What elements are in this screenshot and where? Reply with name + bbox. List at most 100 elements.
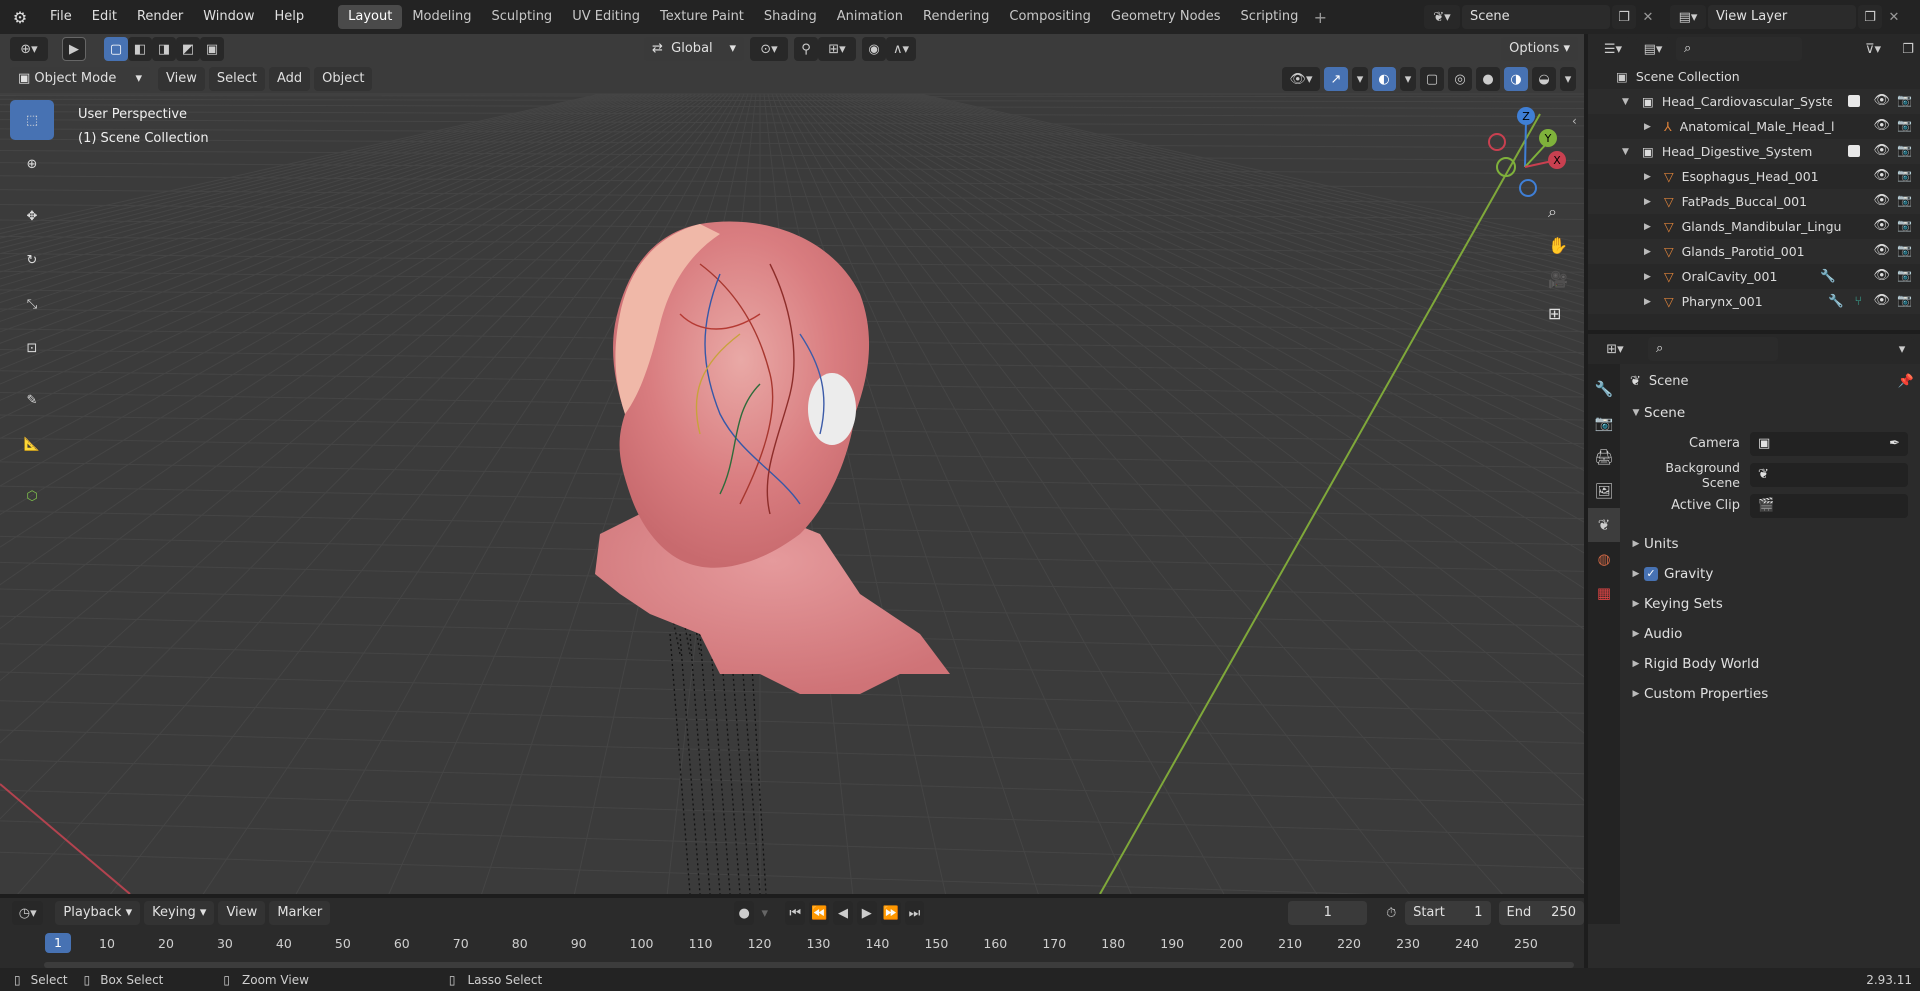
overlays-toggle-icon[interactable]: ◐	[1372, 67, 1396, 91]
outliner-row[interactable]: ▶ ▽ Pharynx_001 🔧 ⑂ 👁 📷	[1588, 289, 1920, 314]
texture-tab-icon[interactable]: ▦	[1588, 576, 1620, 610]
cursor-tool-icon[interactable]: ⊕	[10, 144, 54, 184]
menu-add[interactable]: Add	[268, 67, 311, 91]
menu-select[interactable]: Select	[208, 67, 265, 91]
navigation-gizmo[interactable]: Z Y X	[1480, 102, 1570, 212]
filter-icon[interactable]: ⊽▾	[1856, 37, 1890, 61]
menu-window[interactable]: Window	[193, 0, 264, 34]
sidebar-toggle-icon[interactable]: ‹	[1572, 114, 1577, 128]
visibility-eye-icon[interactable]: 👁	[1873, 168, 1890, 183]
tab-texture-paint[interactable]: Texture Paint	[650, 5, 754, 29]
visibility-icon[interactable]: 👁▾	[1282, 67, 1320, 91]
expand-arrow-right-icon[interactable]: ▶	[1644, 222, 1658, 232]
frame-ruler[interactable]: 1 10 20 30 40 50 60 70 80 90 100 110 120 130 140 150 160…	[0, 898, 1584, 968]
zoom-icon[interactable]: ⌕	[1548, 202, 1557, 222]
expand-arrow-down-icon[interactable]: ▼	[1622, 147, 1636, 157]
scene-field[interactable]: Scene	[1462, 5, 1610, 29]
menu-help[interactable]: Help	[265, 0, 315, 34]
snap-toggle-icon[interactable]: ⚲	[794, 37, 818, 61]
panel-rigid-body-world-header[interactable]: ▶ Rigid Body World	[1628, 649, 1918, 679]
delete-scene-icon[interactable]: ✕	[1636, 5, 1660, 29]
add-workspace-icon[interactable]: +	[1308, 5, 1332, 29]
current-frame-indicator[interactable]: 1	[45, 933, 71, 953]
render-camera-icon[interactable]: 📷	[1897, 143, 1912, 157]
falloff-icon[interactable]: ∧▾	[886, 37, 916, 61]
render-camera-icon[interactable]: 📷	[1897, 93, 1912, 107]
panel-scene-header[interactable]: ▼ Scene	[1628, 398, 1918, 428]
collection-checkbox[interactable]	[1848, 145, 1860, 157]
tab-modeling[interactable]: Modeling	[402, 5, 481, 29]
panel-units-header[interactable]: ▶ Units	[1628, 529, 1918, 559]
view-layer-tab-icon[interactable]: 🖼	[1588, 474, 1620, 508]
blender-logo-icon[interactable]: ⚙	[0, 8, 40, 27]
expand-arrow-right-icon[interactable]: ▶	[1644, 197, 1658, 207]
tab-layout[interactable]: Layout	[338, 5, 403, 29]
pan-hand-icon[interactable]: ✋	[1548, 236, 1568, 255]
options-dropdown[interactable]: Options ▾	[1501, 37, 1578, 61]
menu-view[interactable]: View	[158, 67, 205, 91]
rendered-shading-icon[interactable]: ◒	[1532, 67, 1556, 91]
outliner-row[interactable]: ▶ ▽ OralCavity_001 🔧 👁 📷	[1588, 264, 1920, 289]
scene-tab-icon[interactable]: ❦	[1588, 508, 1620, 542]
new-collection-icon[interactable]: ❐	[1896, 37, 1920, 61]
panel-custom-properties-header[interactable]: ▶ Custom Properties	[1628, 679, 1918, 709]
outliner-row[interactable]: ▶ ⅄ Anatomical_Male_Head_l 👁 📷	[1588, 114, 1920, 139]
outliner-row[interactable]: ▼ ▣ Head_Digestive_System 👁 📷	[1588, 139, 1920, 164]
visibility-eye-icon[interactable]: 👁	[1873, 193, 1890, 208]
visibility-eye-icon[interactable]: 👁	[1873, 93, 1890, 108]
tab-sculpting[interactable]: Sculpting	[481, 5, 562, 29]
collection-checkbox[interactable]	[1848, 95, 1860, 107]
tab-uv-editing[interactable]: UV Editing	[562, 5, 650, 29]
chevron-down-icon[interactable]: ▾	[1400, 67, 1416, 91]
visibility-eye-icon[interactable]: 👁	[1873, 293, 1890, 308]
panel-gravity-header[interactable]: ▶ ✓ Gravity	[1628, 559, 1918, 589]
visibility-eye-icon[interactable]: 👁	[1873, 243, 1890, 258]
tab-shading[interactable]: Shading	[754, 5, 827, 29]
outliner-search-input[interactable]: ⌕	[1676, 37, 1802, 61]
perspective-toggle-icon[interactable]: ⊞	[1548, 304, 1561, 323]
snap-settings-icon[interactable]: ⊞▾	[818, 37, 856, 61]
outliner-root[interactable]: ▣ Scene Collection	[1588, 64, 1920, 89]
active-clip-field[interactable]: 🎬	[1750, 493, 1908, 518]
annotate-tool-icon[interactable]: ✎	[10, 380, 54, 420]
wireframe-shading-icon[interactable]: ◎	[1448, 67, 1472, 91]
select-invert-icon[interactable]: ◩	[176, 37, 200, 61]
outliner-row[interactable]: ▼ ▣ Head_Cardiovascular_System 👁 📷	[1588, 89, 1920, 114]
select-subtract-icon[interactable]: ◨	[152, 37, 176, 61]
expand-arrow-right-icon[interactable]: ▶	[1644, 172, 1658, 182]
panel-keying-sets-header[interactable]: ▶ Keying Sets	[1628, 589, 1918, 619]
add-cube-tool-icon[interactable]: ⬡	[10, 476, 54, 516]
output-tab-icon[interactable]: 🖨	[1588, 440, 1620, 474]
outliner-row[interactable]: ▶ ▽ Esophagus_Head_001 👁 📷	[1588, 164, 1920, 189]
mode-dropdown[interactable]: ▣ Object Mode ▾	[10, 67, 150, 91]
visibility-eye-icon[interactable]: 👁	[1873, 218, 1890, 233]
select-new-icon[interactable]: ▢	[104, 37, 128, 61]
chevron-down-icon[interactable]: ▾	[1890, 337, 1914, 361]
render-camera-icon[interactable]: 📷	[1897, 193, 1912, 207]
transform-tool-icon[interactable]: ⊡	[10, 328, 54, 368]
render-camera-icon[interactable]: 📷	[1897, 218, 1912, 232]
tool-tab-icon[interactable]: 🔧	[1588, 372, 1620, 406]
render-camera-icon[interactable]: 📷	[1897, 293, 1912, 307]
solid-shading-icon[interactable]: ●	[1476, 67, 1500, 91]
visibility-eye-icon[interactable]: 👁	[1873, 143, 1890, 158]
gizmo-toggle-icon[interactable]: ↗	[1324, 67, 1348, 91]
render-camera-icon[interactable]: 📷	[1897, 268, 1912, 282]
3d-viewport[interactable]: ⊕▾ ▶ ▢ ◧ ◨ ◩ ▣ ⇄ Global ▾ ⊙▾ ⚲ ⊞▾ ◉ ∧▾ O…	[0, 34, 1584, 894]
menu-render[interactable]: Render	[127, 0, 193, 34]
expand-arrow-right-icon[interactable]: ▶	[1644, 122, 1658, 132]
transform-orientation-dropdown[interactable]: ⇄ Global ▾	[644, 37, 744, 61]
pin-icon[interactable]: 📌	[1898, 374, 1914, 389]
outliner-row[interactable]: ▶ ▽ Glands_Mandibular_Lingu 👁 📷	[1588, 214, 1920, 239]
menu-object[interactable]: Object	[314, 67, 373, 91]
panel-audio-header[interactable]: ▶ Audio	[1628, 619, 1918, 649]
editor-type-icon[interactable]: ☰▾	[1596, 37, 1630, 61]
background-scene-field[interactable]: ❦	[1750, 462, 1908, 487]
tab-rendering[interactable]: Rendering	[913, 5, 999, 29]
proportional-edit-icon[interactable]: ◉	[862, 37, 886, 61]
view-layer-field[interactable]: View Layer	[1708, 5, 1856, 29]
gravity-checkbox[interactable]: ✓	[1644, 567, 1658, 581]
new-view-layer-icon[interactable]: ❐	[1858, 5, 1882, 29]
expand-arrow-right-icon[interactable]: ▶	[1644, 297, 1658, 307]
outliner-row[interactable]: ▶ ▽ Glands_Parotid_001 👁 📷	[1588, 239, 1920, 264]
